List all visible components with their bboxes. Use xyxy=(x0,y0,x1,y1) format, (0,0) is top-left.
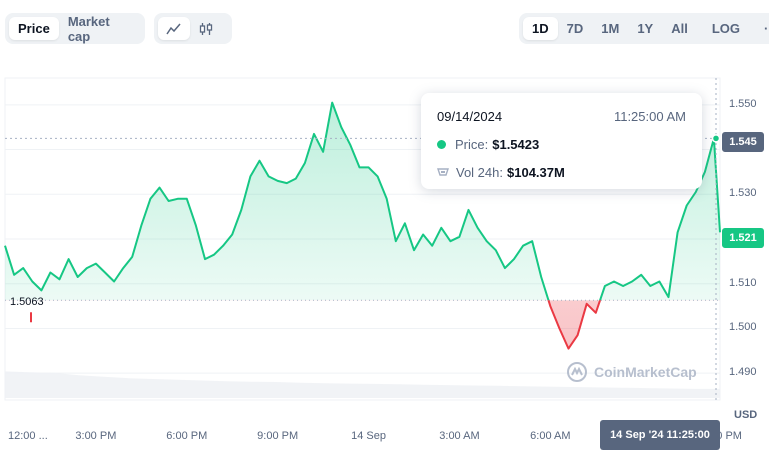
price-dot-icon xyxy=(437,140,446,149)
price-chart[interactable] xyxy=(0,0,769,463)
x-tick-label: 9:00 PM xyxy=(257,430,299,442)
tooltip-vol-label: Vol 24h: xyxy=(456,165,503,180)
watermark-text: CoinMarketCap xyxy=(594,364,697,380)
hover-point xyxy=(711,134,721,143)
current-price-tag: 1.545 xyxy=(722,132,764,152)
chart-tooltip: 09/14/2024 11:25:00 AM Price: $1.5423 Vo… xyxy=(421,93,702,189)
tooltip-time: 11:25:00 AM xyxy=(613,109,686,124)
y-tick-label: 1.490 xyxy=(729,366,757,379)
y-tick-label: 1.500 xyxy=(729,321,757,334)
tooltip-date: 09/14/2024 xyxy=(437,109,503,124)
open-price-label: 1.5063 xyxy=(10,296,44,308)
tooltip-price-label: Price: xyxy=(455,137,489,152)
x-tick-label: 14 Sep xyxy=(351,430,386,442)
volume-icon xyxy=(437,167,449,176)
x-tick-label: 6:00 PM xyxy=(166,430,208,442)
x-tick-label: 12:00 ... xyxy=(8,430,48,442)
currency-label: USD xyxy=(734,409,758,421)
hover-price-tag: 1.521 xyxy=(722,228,764,248)
coinmarketcap-logo-icon xyxy=(567,362,587,382)
coinmarketcap-watermark: CoinMarketCap xyxy=(566,361,697,383)
x-tick-label: 3:00 AM xyxy=(439,430,480,442)
hover-date-label: 14 Sep '24 11:25:00 xyxy=(600,420,720,450)
y-tick-label: 1.550 xyxy=(729,97,757,110)
tooltip-vol-value: $104.37M xyxy=(507,165,565,180)
x-tick-label: 6:00 AM xyxy=(530,430,571,442)
tooltip-price-value: $1.5423 xyxy=(492,137,540,152)
x-tick-label: 3:00 PM xyxy=(75,430,117,442)
y-tick-label: 1.510 xyxy=(729,276,757,289)
y-tick-label: 1.530 xyxy=(729,187,757,200)
